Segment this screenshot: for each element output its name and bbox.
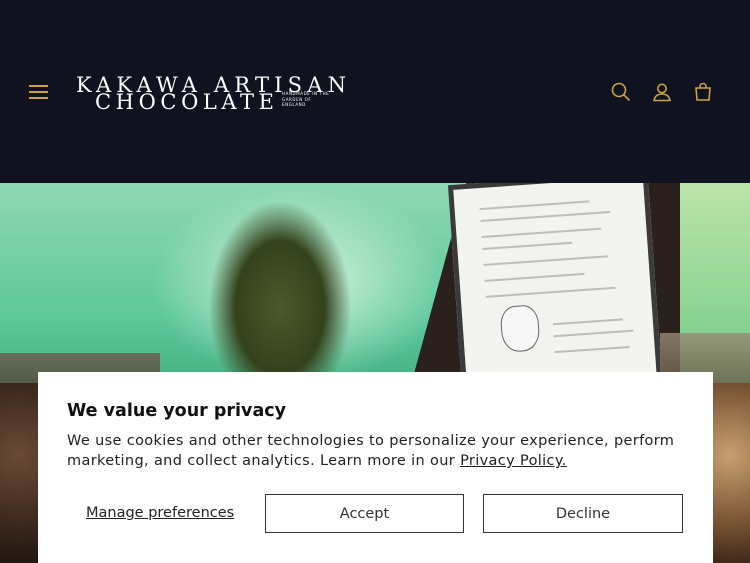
accept-button[interactable]: Accept xyxy=(265,494,464,533)
site-logo[interactable]: KAKAWA ARTISAN CHOCOLATE HANDMADE IN THE… xyxy=(76,73,346,114)
cart-icon[interactable] xyxy=(692,81,714,103)
cookie-message-text: We use cookies and other technologies to… xyxy=(67,433,675,469)
cookie-message: We use cookies and other technologies to… xyxy=(67,431,697,471)
search-icon[interactable] xyxy=(610,81,632,103)
menu-icon[interactable] xyxy=(29,82,49,102)
cookie-banner: We value your privacy We use cookies and… xyxy=(38,372,713,563)
cookie-title: We value your privacy xyxy=(67,401,287,421)
account-icon[interactable] xyxy=(651,81,673,103)
logo-tagline: HANDMADE IN THE GARDEN OF ENGLAND xyxy=(282,91,330,107)
plant-image xyxy=(210,203,350,393)
menu-sign-image xyxy=(447,183,663,395)
decline-button[interactable]: Decline xyxy=(483,494,683,533)
site-header: KAKAWA ARTISAN CHOCOLATE HANDMADE IN THE… xyxy=(0,0,750,183)
manage-preferences-link[interactable]: Manage preferences xyxy=(86,505,234,521)
logo-line2: CHOCOLATE xyxy=(95,90,279,114)
privacy-policy-link[interactable]: Privacy Policy. xyxy=(460,453,567,469)
